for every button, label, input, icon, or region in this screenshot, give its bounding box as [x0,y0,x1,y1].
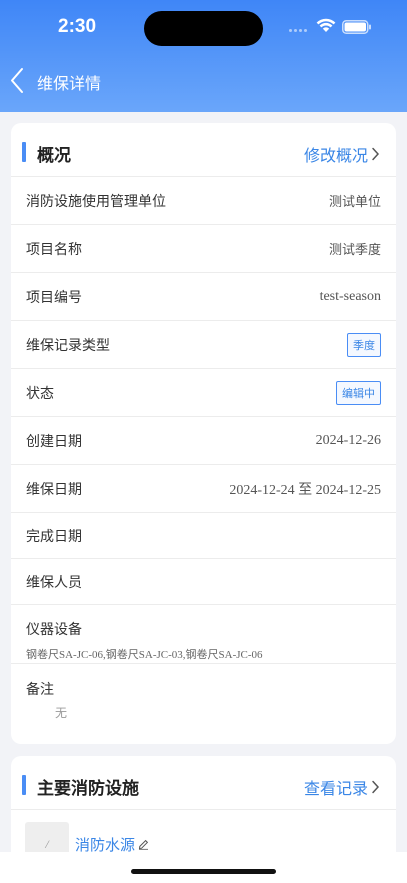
row-label: 维保人员 [26,574,82,591]
row-project-code: 项目编号 test-season [11,273,396,321]
row-value: 2024-12-26 [315,432,381,448]
main-facilities-title: 主要消防设施 [37,779,139,799]
back-chevron-icon[interactable] [8,66,30,96]
row-label: 仪器设备 [26,622,82,638]
row-label: 创建日期 [26,433,82,450]
notes-value: 无 [55,706,68,720]
status-time: 2:30 [58,16,97,37]
row-label: 消防设施使用管理单位 [26,193,166,210]
row-label: 状态 [26,385,54,402]
row-notes: 备注 无 [11,664,396,730]
wifi-icon [316,18,336,32]
row-finish-date: 完成日期 [11,513,396,559]
status-badge: 编辑中 [336,380,381,405]
instruments-value: 钢卷尺SA-JC-06,钢卷尺SA-JC-03,钢卷尺SA-JC-06 [26,649,263,661]
app-header: 2:30 维保详情 [0,0,407,112]
section-accent-bar [22,775,26,795]
row-value: 2024-12-24 至 2024-12-25 [229,482,381,498]
chevron-right-icon [372,780,380,794]
view-records-label: 查看记录 [303,779,368,798]
chevron-right-icon [372,147,380,161]
section-accent-bar [22,142,26,162]
row-label: 项目名称 [26,241,82,258]
row-value: test-season [319,288,381,304]
row-created-date: 创建日期 2024-12-26 [11,417,396,465]
view-records-button[interactable]: 查看记录 [304,775,380,799]
home-indicator[interactable] [131,869,276,874]
row-project-name: 项目名称 测试季度 [11,225,396,273]
record-type-badge: 季度 [347,332,381,357]
row-value: 测试季度 [328,243,381,258]
row-label: 完成日期 [26,528,82,545]
edit-overview-label: 修改概况 [303,146,368,165]
row-label: 备注 [26,682,54,698]
battery-icon [342,20,371,34]
dynamic-island [144,11,263,46]
nav-bar: 维保详情 [0,56,407,106]
row-instruments: 仪器设备 钢卷尺SA-JC-06,钢卷尺SA-JC-03,钢卷尺SA-JC-06 [11,605,396,664]
row-label: 项目编号 [26,289,82,306]
row-status: 状态 编辑中 [11,369,396,417]
status-bar: 2:30 [0,0,407,56]
overview-header: 概况 修改概况 [11,123,396,177]
row-maintenance-date: 维保日期 2024-12-24 至 2024-12-25 [11,465,396,513]
row-value: 测试单位 [328,195,381,210]
overview-card: 概况 修改概况 消防设施使用管理单位 测试单位 项目名称 测试季度 项目编号 t… [11,123,396,744]
home-indicator-area [0,852,407,883]
row-label: 维保记录类型 [26,337,110,354]
page-title: 维保详情 [37,74,102,93]
row-label: 维保日期 [26,481,82,498]
row-management-unit: 消防设施使用管理单位 测试单位 [11,177,396,225]
pencil-edit-icon[interactable] [138,839,149,850]
row-record-type: 维保记录类型 季度 [11,321,396,369]
edit-overview-button[interactable]: 修改概况 [304,142,380,166]
signal-dots-icon [289,29,307,32]
row-personnel: 维保人员 [11,559,396,605]
main-facilities-header: 主要消防设施 查看记录 [11,756,396,810]
overview-title: 概况 [37,146,71,166]
